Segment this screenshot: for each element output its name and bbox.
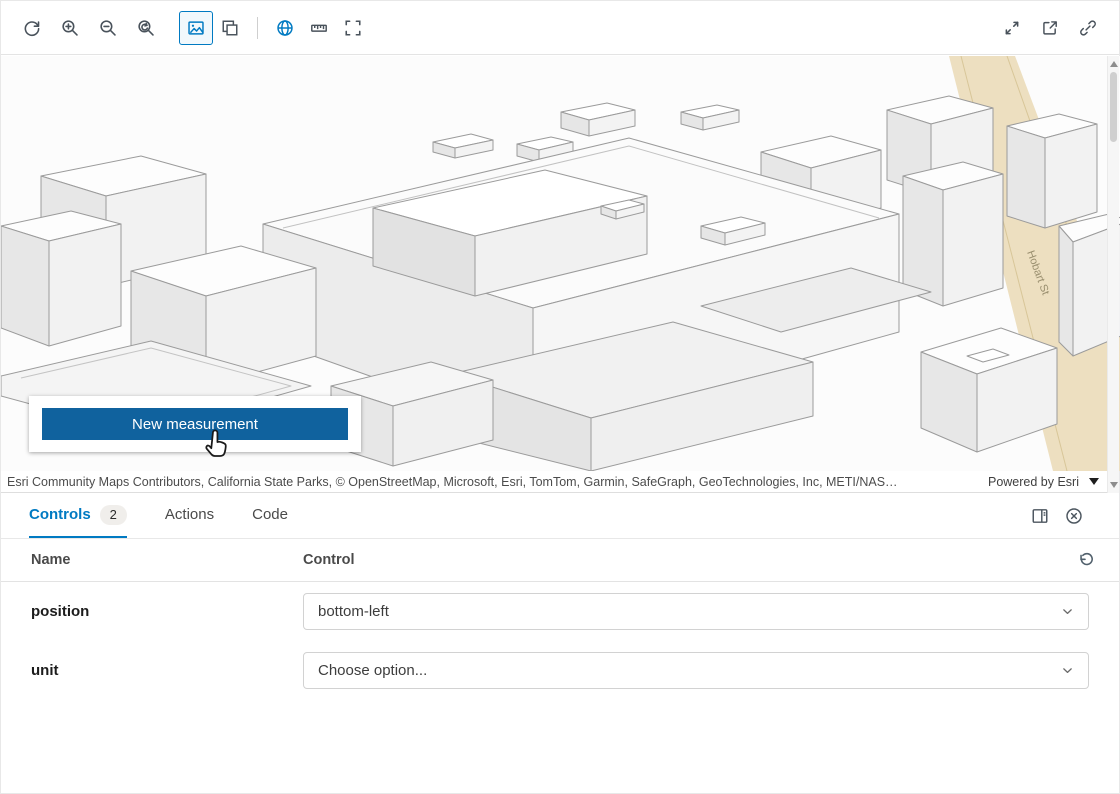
refresh-icon[interactable] [15, 11, 49, 45]
position-select-value: bottom-left [318, 603, 389, 620]
map-attribution: Esri Community Maps Contributors, Califo… [1, 471, 1107, 493]
tab-code-label: Code [252, 506, 288, 523]
position-select[interactable]: bottom-left [303, 593, 1089, 630]
controls-table-header: Name Control [1, 539, 1119, 582]
toolbar-divider [257, 17, 258, 39]
attribution-expand-icon[interactable] [1089, 478, 1099, 485]
control-name-label: position [31, 603, 303, 620]
panel-layout-icon[interactable] [1023, 499, 1057, 533]
close-panel-icon[interactable] [1057, 499, 1091, 533]
controls-panel: Controls 2 Actions Code [1, 493, 1119, 793]
globe-icon[interactable] [268, 11, 302, 45]
controls-count-badge: 2 [100, 505, 127, 525]
scrollbar-up-icon[interactable] [1110, 61, 1118, 67]
fullscreen-icon[interactable] [995, 11, 1029, 45]
control-column-header: Control [303, 552, 1071, 568]
scrollbar-down-icon[interactable] [1110, 482, 1118, 488]
chevron-down-icon [1061, 664, 1074, 677]
panel-tab-bar: Controls 2 Actions Code [1, 493, 1119, 539]
control-row-position: position bottom-left [1, 582, 1119, 641]
measure-icon[interactable] [302, 11, 336, 45]
chevron-down-icon [1061, 605, 1074, 618]
sample-viewer-app: Hobart St New measurement Esri Community… [0, 0, 1120, 794]
scrollbar-thumb[interactable] [1110, 72, 1117, 142]
new-measurement-button[interactable]: New measurement [42, 408, 348, 440]
extent-icon[interactable] [336, 11, 370, 45]
zoom-in-icon[interactable] [53, 11, 87, 45]
control-name-label: unit [31, 662, 303, 679]
zoom-out-icon[interactable] [91, 11, 125, 45]
vertical-scrollbar[interactable] [1107, 56, 1119, 493]
attribution-text: Esri Community Maps Contributors, Califo… [7, 475, 974, 489]
unit-select[interactable]: Choose option... [303, 652, 1089, 689]
duplicate-icon[interactable] [213, 11, 247, 45]
tab-code[interactable]: Code [252, 493, 288, 538]
tab-actions-label: Actions [165, 506, 214, 523]
link-icon[interactable] [1071, 11, 1105, 45]
open-window-icon[interactable] [1033, 11, 1067, 45]
control-row-unit: unit Choose option... [1, 641, 1119, 700]
tab-actions[interactable]: Actions [165, 493, 214, 538]
measurement-widget: New measurement [29, 396, 361, 452]
image-icon[interactable] [179, 11, 213, 45]
name-column-header: Name [31, 552, 303, 568]
zoom-reset-icon[interactable] [129, 11, 163, 45]
powered-by-esri-link[interactable]: Powered by Esri [988, 475, 1079, 489]
tab-controls-label: Controls [29, 506, 91, 523]
unit-select-value: Choose option... [318, 662, 427, 679]
scene-view[interactable]: Hobart St New measurement [1, 56, 1120, 471]
reset-controls-icon[interactable] [1071, 545, 1101, 575]
toolbar [1, 1, 1119, 55]
tab-controls[interactable]: Controls 2 [29, 493, 127, 538]
